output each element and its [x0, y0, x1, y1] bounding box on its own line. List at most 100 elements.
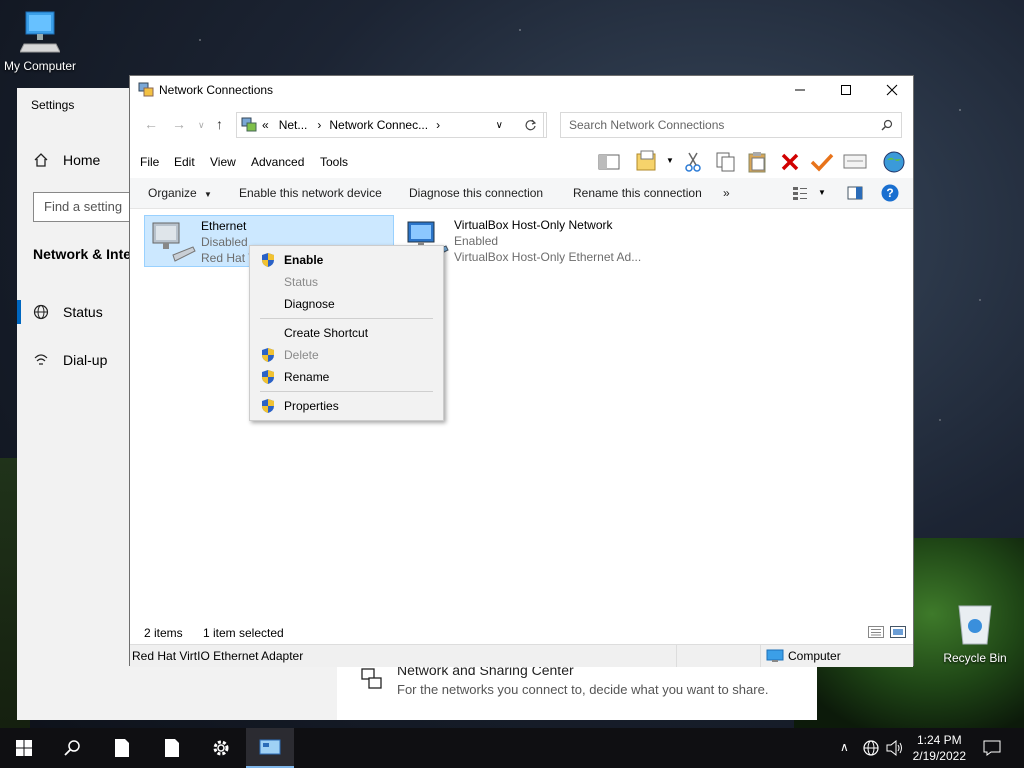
- svg-text:?: ?: [886, 186, 893, 200]
- taskbar-file-button-2[interactable]: [148, 728, 196, 768]
- taskbar-file-button[interactable]: [98, 728, 146, 768]
- menu-item-label: Delete: [284, 348, 319, 362]
- breadcrumb-net[interactable]: Net...: [279, 118, 308, 132]
- organize-label: Organize: [148, 186, 197, 200]
- home-icon: [34, 153, 48, 167]
- settings-item-status[interactable]: Status: [33, 304, 103, 320]
- selected-count: 1 item selected: [203, 626, 284, 640]
- breadcrumb-separator[interactable]: ›: [317, 118, 321, 132]
- start-button[interactable]: [0, 728, 48, 768]
- search-placeholder: Search Network Connections: [569, 118, 725, 132]
- notifications-icon[interactable]: [983, 740, 1001, 756]
- settings-home-item[interactable]: Home: [33, 152, 100, 168]
- connection-status: Enabled: [454, 234, 499, 248]
- ethernet-adapter-icon: [152, 222, 196, 262]
- system-clock[interactable]: 1:24 PM 2/19/2022: [913, 732, 966, 764]
- rename-connection-button[interactable]: Rename this connection: [573, 186, 702, 200]
- details-view-icon[interactable]: [868, 626, 884, 638]
- change-view-icon[interactable]: [792, 186, 808, 200]
- menu-item-rename[interactable]: Rename: [250, 366, 443, 388]
- uac-shield-icon: [262, 348, 274, 362]
- search-input[interactable]: Search Network Connections: [560, 112, 902, 138]
- details-device: Red Hat VirtIO Ethernet Adapter: [132, 649, 304, 663]
- breadcrumb-overflow[interactable]: «: [262, 118, 269, 132]
- my-computer-desktop-icon[interactable]: My Computer: [0, 10, 80, 73]
- close-button[interactable]: [869, 76, 915, 104]
- taskbar-network-connections-button[interactable]: [246, 728, 294, 768]
- back-button[interactable]: ←: [144, 116, 158, 132]
- maximize-button[interactable]: [823, 76, 869, 104]
- network-folder-icon: [241, 117, 257, 132]
- help-icon[interactable]: ?: [881, 184, 899, 202]
- menu-view[interactable]: View: [210, 155, 236, 169]
- menu-item-create-shortcut[interactable]: Create Shortcut: [250, 322, 443, 344]
- search-icon: [881, 119, 893, 131]
- refresh-button[interactable]: [515, 112, 547, 138]
- paste-icon[interactable]: [747, 151, 769, 173]
- settings-item-dialup[interactable]: Dial-up: [33, 352, 107, 368]
- uac-shield-icon: [262, 370, 274, 384]
- search-taskbar-button[interactable]: [48, 728, 96, 768]
- menu-item-diagnose[interactable]: Diagnose: [250, 293, 443, 315]
- context-menu: Enable Status Diagnose Create Shortcut D…: [249, 245, 444, 421]
- globe-icon: [33, 304, 49, 320]
- computer-icon: [766, 649, 784, 662]
- connections-list: Ethernet Disabled Red Hat VirtIO Etherne…: [130, 210, 913, 630]
- menu-item-label: Rename: [284, 370, 330, 384]
- uac-shield-icon: [262, 399, 274, 413]
- layout-pane-icon[interactable]: [598, 153, 620, 171]
- gear-icon: [213, 740, 229, 756]
- properties-folder-icon[interactable]: [635, 150, 659, 172]
- connection-device: VirtualBox Host-Only Ethernet Ad...: [454, 250, 642, 264]
- settings-item-label: Status: [63, 304, 103, 320]
- properties-dropdown-icon[interactable]: ▼: [666, 156, 674, 165]
- organize-button[interactable]: Organize ▼: [148, 186, 212, 200]
- connection-name: VirtualBox Host-Only Network: [454, 218, 613, 232]
- more-commands-button[interactable]: »: [723, 186, 730, 200]
- up-button[interactable]: ↑: [216, 116, 223, 132]
- network-connections-window: Network Connections ← → ∨ ↑ « Net... › N…: [129, 75, 914, 667]
- settings-search-input[interactable]: Find a setting: [33, 192, 133, 222]
- menu-file[interactable]: File: [140, 155, 159, 169]
- recent-locations-button[interactable]: ∨: [198, 120, 205, 131]
- settings-home-label: Home: [63, 152, 101, 168]
- network-tray-icon[interactable]: [863, 740, 879, 756]
- address-bar[interactable]: « Net... › Network Connec... › ∨: [236, 112, 544, 138]
- menu-item-properties[interactable]: Properties: [250, 395, 443, 417]
- uac-shield-icon: [262, 253, 274, 267]
- title-bar[interactable]: Network Connections: [130, 76, 913, 104]
- menu-tools[interactable]: Tools: [320, 155, 348, 169]
- details-bar: Red Hat VirtIO Ethernet Adapter Computer: [130, 644, 913, 667]
- minimize-button[interactable]: [777, 76, 823, 104]
- menu-item-label: Create Shortcut: [284, 326, 369, 340]
- properties-card-icon[interactable]: [843, 153, 867, 171]
- recycle-bin-desktop-icon[interactable]: Recycle Bin: [938, 602, 1012, 665]
- menu-edit[interactable]: Edit: [174, 155, 195, 169]
- cut-icon[interactable]: [683, 151, 703, 173]
- recycle-bin-icon: [958, 605, 992, 645]
- menu-advanced[interactable]: Advanced: [251, 155, 304, 169]
- checkmark-icon[interactable]: [810, 152, 834, 172]
- menu-item-enable[interactable]: Enable: [250, 249, 443, 271]
- organize-dropdown-icon: ▼: [204, 190, 212, 199]
- network-globe-icon[interactable]: [881, 150, 907, 174]
- breadcrumb-separator[interactable]: ›: [436, 118, 440, 132]
- maximize-icon: [841, 85, 851, 95]
- volume-icon[interactable]: [886, 740, 904, 756]
- address-dropdown-icon[interactable]: ∨: [496, 120, 503, 131]
- enable-device-button[interactable]: Enable this network device: [239, 186, 382, 200]
- preview-pane-icon[interactable]: [847, 186, 863, 200]
- taskbar-settings-button[interactable]: [197, 728, 245, 768]
- breadcrumb-network-connections[interactable]: Network Connec...: [329, 118, 428, 132]
- show-hidden-icons-button[interactable]: ∧: [840, 740, 849, 754]
- forward-button[interactable]: →: [172, 116, 186, 132]
- network-sharing-center-link[interactable]: Network and Sharing Center For the netwo…: [337, 662, 817, 720]
- delete-icon[interactable]: [780, 152, 800, 172]
- computer-icon: [19, 11, 61, 53]
- copy-icon[interactable]: [715, 151, 737, 173]
- diagnose-connection-button[interactable]: Diagnose this connection: [409, 186, 543, 200]
- menu-item-label: Status: [284, 275, 319, 289]
- file-icon: [165, 739, 179, 757]
- view-dropdown-icon[interactable]: ▼: [818, 188, 826, 197]
- tiles-view-icon[interactable]: [890, 626, 906, 638]
